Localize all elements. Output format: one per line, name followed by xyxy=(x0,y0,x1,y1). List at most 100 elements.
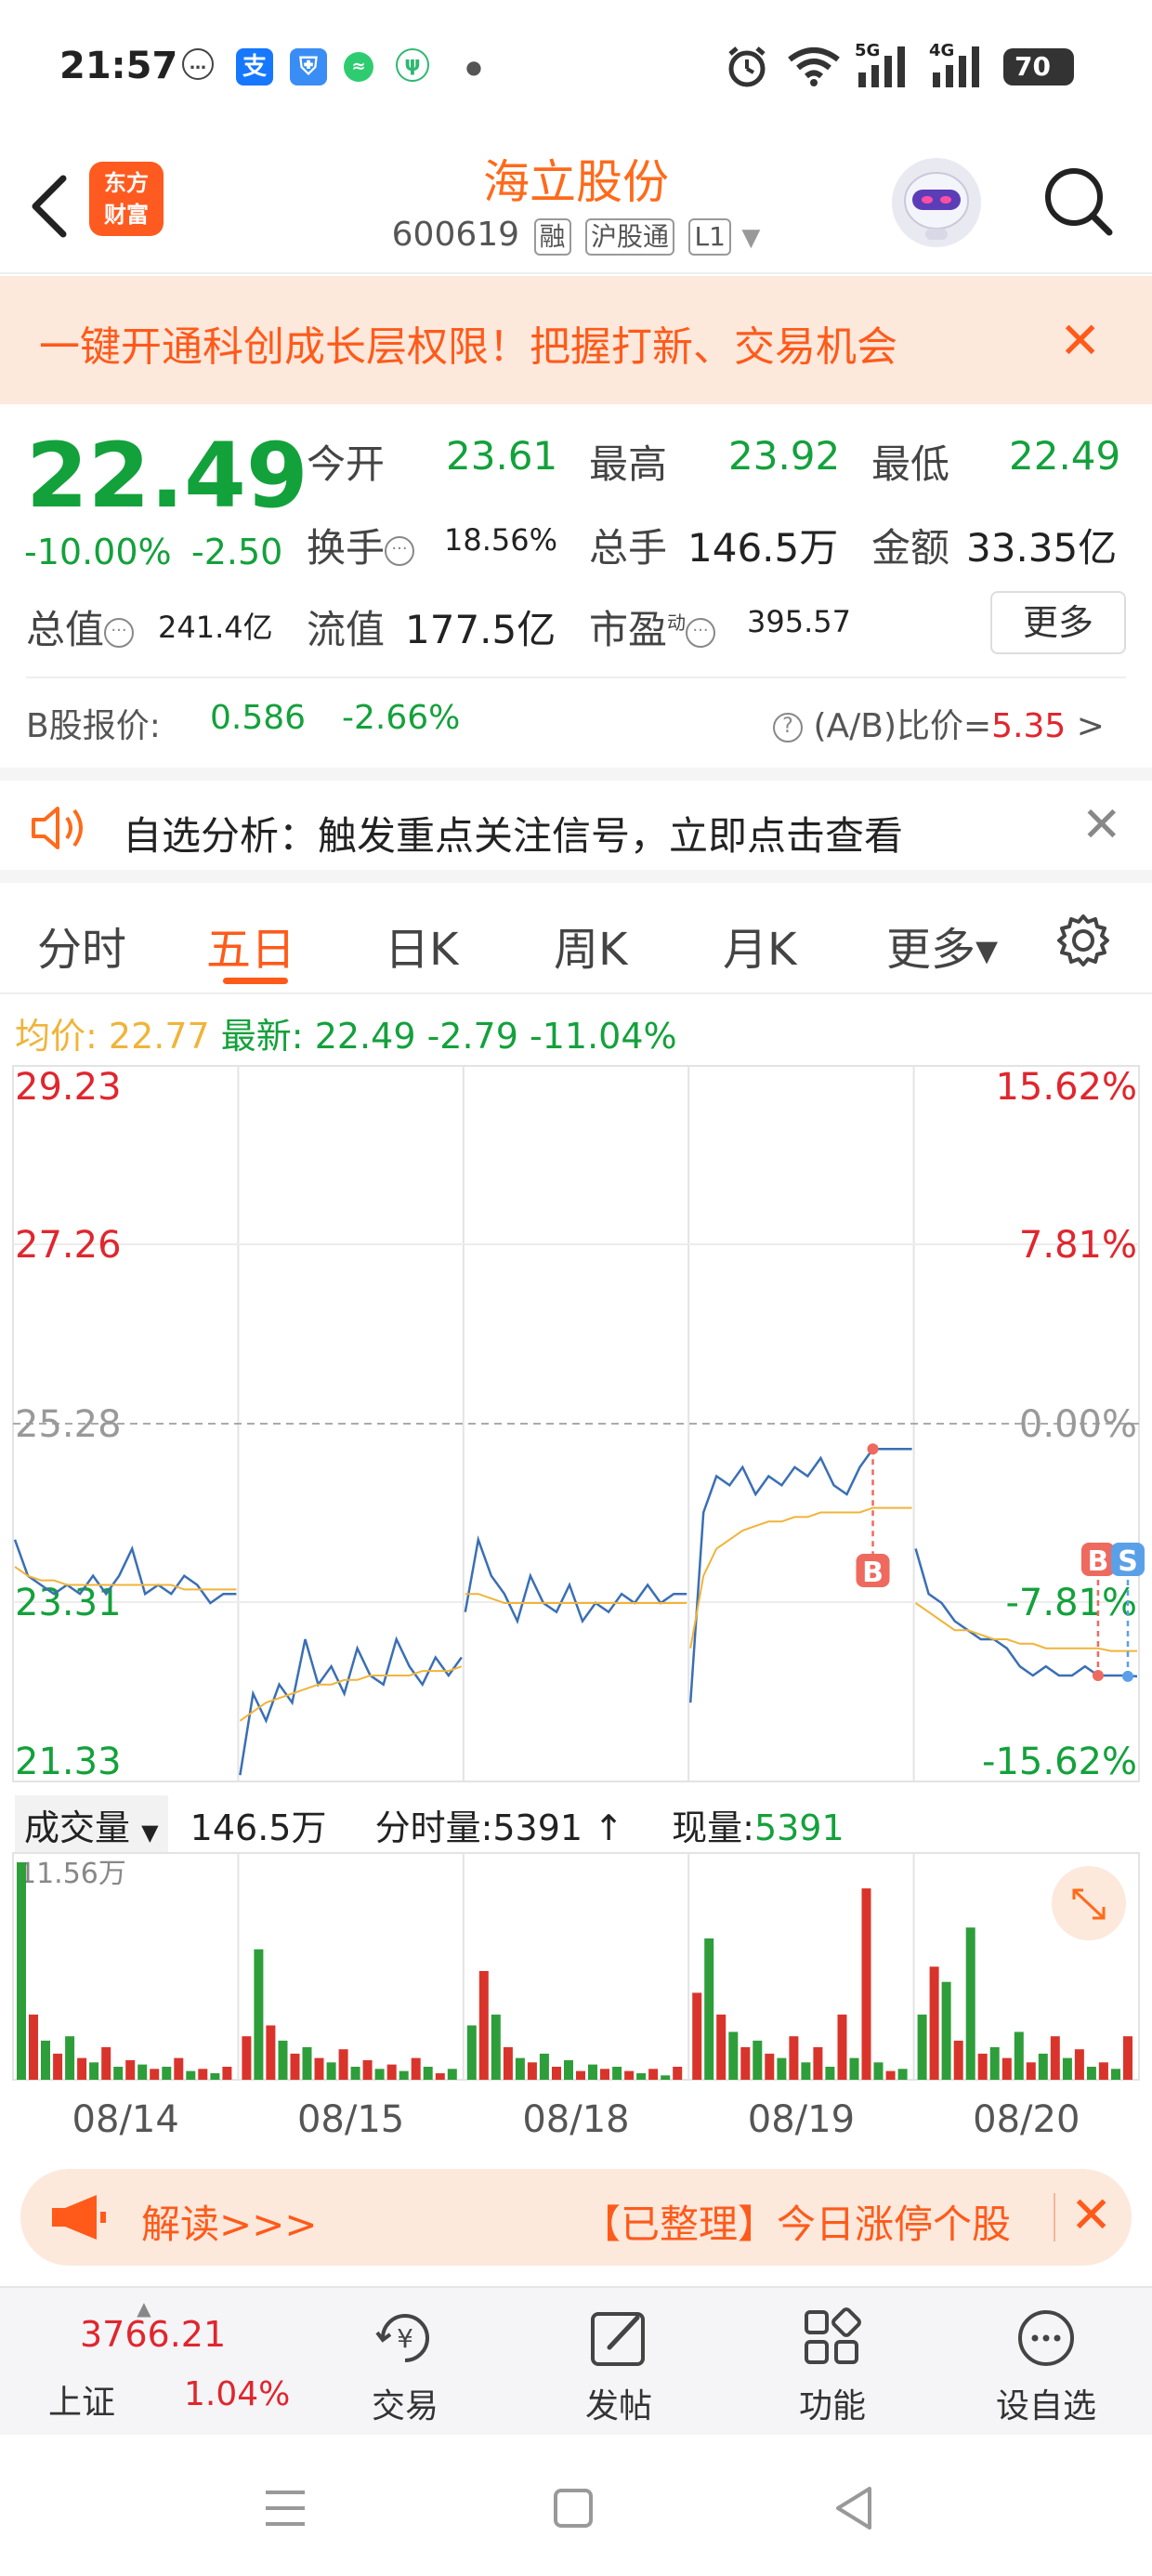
sell-marker: S xyxy=(1118,1545,1138,1578)
nav-add-watchlist[interactable]: 设自选 xyxy=(972,2305,1120,2427)
ticker-text-prev[interactable]: 解读>>> xyxy=(141,2193,318,2250)
volume-bar xyxy=(977,2053,988,2080)
latest-label: 最新: xyxy=(220,1016,304,1057)
volume-bar xyxy=(1074,2049,1084,2080)
volume-bar xyxy=(266,2025,276,2080)
marker-dot xyxy=(1122,1670,1133,1682)
analysis-notice[interactable]: 自选分析：触发重点关注信号，立即点击查看 ✕ xyxy=(0,768,1152,883)
volume-bar xyxy=(648,2069,659,2080)
volume-bar xyxy=(17,1862,26,2080)
ticker-close-icon[interactable]: ✕ xyxy=(1070,2186,1112,2244)
promo-close-icon[interactable]: ✕ xyxy=(1059,311,1101,370)
volume-bar xyxy=(222,2067,232,2080)
promo-text[interactable]: 一键开通科创成长层权限！把握打新、交易机会 xyxy=(39,313,897,373)
settings-gear-icon[interactable] xyxy=(1054,911,1113,970)
five-day-chart[interactable]: 29.23 15.62% 27.26 7.81% 25.28 0.00% 23.31 -7.8… xyxy=(0,1064,1152,1789)
volume-bar xyxy=(917,2014,927,2080)
robot-assistant-icon[interactable] xyxy=(892,158,981,247)
signal-4g-icon: 4G xyxy=(929,41,990,89)
tab-weekly-k[interactable]: 周K xyxy=(554,913,627,978)
volume-bar xyxy=(527,2062,537,2080)
notice-close-icon[interactable]: ✕ xyxy=(1081,797,1122,853)
expand-chart-icon[interactable] xyxy=(1052,1866,1126,1940)
tab-intraday[interactable]: 分时 xyxy=(37,913,126,978)
mktcap-label[interactable]: 总值 ··· xyxy=(26,598,135,655)
more-dot-icon: ● xyxy=(455,48,492,85)
pe-label[interactable]: 市盈动 ··· xyxy=(589,598,716,655)
volume-total: 146.5万 xyxy=(190,1807,327,1848)
index-value[interactable]: 3766.21 xyxy=(80,2314,226,2355)
info-dots-icon: ··· xyxy=(385,535,415,566)
volume-bar xyxy=(1098,2062,1108,2080)
quote-panel: 22.49 -10.00% -2.50 今开 23.61 最高 23.92 最低… xyxy=(0,405,1152,768)
volume-bar xyxy=(588,2064,597,2080)
mktcap-value: 241.4亿 xyxy=(158,610,273,645)
info-dots-icon: ··· xyxy=(104,617,135,648)
ticker-text-main[interactable]: 【已整理】今日涨停个股 xyxy=(582,2193,1011,2250)
wifi-icon xyxy=(788,47,840,86)
latest-pct: -11.04% xyxy=(530,1016,677,1057)
promo-banner[interactable]: 一键开通科创成长层权限！把握打新、交易机会 ✕ xyxy=(0,276,1152,404)
buy-marker: B xyxy=(862,1557,884,1589)
notice-text[interactable]: 自选分析：触发重点关注信号，立即点击查看 xyxy=(123,805,903,861)
volume-chart[interactable]: 11.56万 08/14 08/15 08/18 08/19 08/20 xyxy=(0,1849,1152,2147)
svg-text:¥: ¥ xyxy=(397,2323,413,2354)
volume-bar xyxy=(1062,2057,1072,2080)
volume-bar xyxy=(873,2062,884,2080)
nav-functions[interactable]: 功能 xyxy=(758,2305,907,2427)
index-percent[interactable]: 1.04% xyxy=(184,2375,290,2413)
latest-change: -2.79 xyxy=(426,1016,518,1057)
price-line xyxy=(239,1636,463,1776)
nav-trade[interactable]: ¥ 交易 xyxy=(331,2305,479,2427)
amount-label: 金额 xyxy=(871,525,950,571)
volume-bar xyxy=(885,2070,896,2080)
ticker-divider xyxy=(1054,2193,1055,2241)
more-circle-icon xyxy=(1018,2310,1074,2366)
y-left-tick: 29.23 xyxy=(15,1066,122,1109)
now-volume-label: 现量: xyxy=(672,1807,754,1848)
volume-selector[interactable]: 成交量 ▼ xyxy=(15,1795,168,1854)
volume-bar xyxy=(399,2070,409,2080)
tab-five-day[interactable]: 五日 xyxy=(206,913,295,978)
tab-more[interactable]: 更多▾ xyxy=(886,913,998,978)
volume-bar xyxy=(740,2046,751,2080)
stock-header: 东方 财富 海立股份 600619 融 沪股通 L1 ▼ xyxy=(0,139,1152,274)
news-ticker[interactable]: 解读>>> 【已整理】今日涨停个股 ✕ xyxy=(20,2169,1132,2266)
y-right-tick: 15.62% xyxy=(995,1066,1137,1109)
index-name[interactable]: 上证 xyxy=(48,2375,115,2424)
volume-bar xyxy=(478,1971,489,2080)
volume-bar xyxy=(65,2036,75,2080)
turnover-label[interactable]: 换手 ··· xyxy=(307,517,415,573)
y-left-tick: 27.26 xyxy=(15,1224,122,1267)
tab-monthly-k[interactable]: 月K xyxy=(723,913,796,978)
home-square-icon[interactable] xyxy=(552,2487,595,2530)
search-icon[interactable] xyxy=(1039,162,1117,240)
menu-lines-icon[interactable] xyxy=(262,2487,308,2530)
volume-bar xyxy=(411,2057,421,2080)
nav-post[interactable]: 发帖 xyxy=(544,2305,693,2427)
volume-bar xyxy=(624,2070,635,2080)
megaphone-icon xyxy=(52,2195,106,2240)
ab-ratio-value: 5.35 xyxy=(991,707,1067,745)
volume-bar xyxy=(53,2053,63,2080)
change-amount: -2.50 xyxy=(191,532,283,572)
volume-bar xyxy=(89,2062,99,2080)
volume-bar xyxy=(515,2057,525,2080)
volume-value: 146.5万 xyxy=(687,525,839,571)
alipay-icon: 支 xyxy=(236,48,273,85)
active-tab-indicator xyxy=(223,978,288,984)
bottom-nav: ▲ 3766.21 上证 1.04% ¥ 交易 发帖 功能 设自选 xyxy=(0,2286,1152,2435)
back-triangle-icon[interactable] xyxy=(832,2485,875,2531)
x-date-label: 08/20 xyxy=(973,2098,1080,2141)
more-button[interactable]: 更多 xyxy=(990,591,1126,654)
volume-bar xyxy=(362,2059,373,2080)
tab-daily-k[interactable]: 日K xyxy=(385,913,458,978)
tag-level: L1 xyxy=(688,218,731,256)
volume-bar xyxy=(1050,2036,1060,2080)
volume-bar xyxy=(278,2040,288,2080)
volume-bar xyxy=(965,1927,975,2080)
ab-ratio[interactable]: ? (A/B)比价=5.35 > xyxy=(773,699,1105,747)
tick-volume-label: 分时量: xyxy=(374,1807,493,1848)
shield-icon: ⛨ xyxy=(290,48,327,85)
float-value: 177.5亿 xyxy=(405,607,556,652)
